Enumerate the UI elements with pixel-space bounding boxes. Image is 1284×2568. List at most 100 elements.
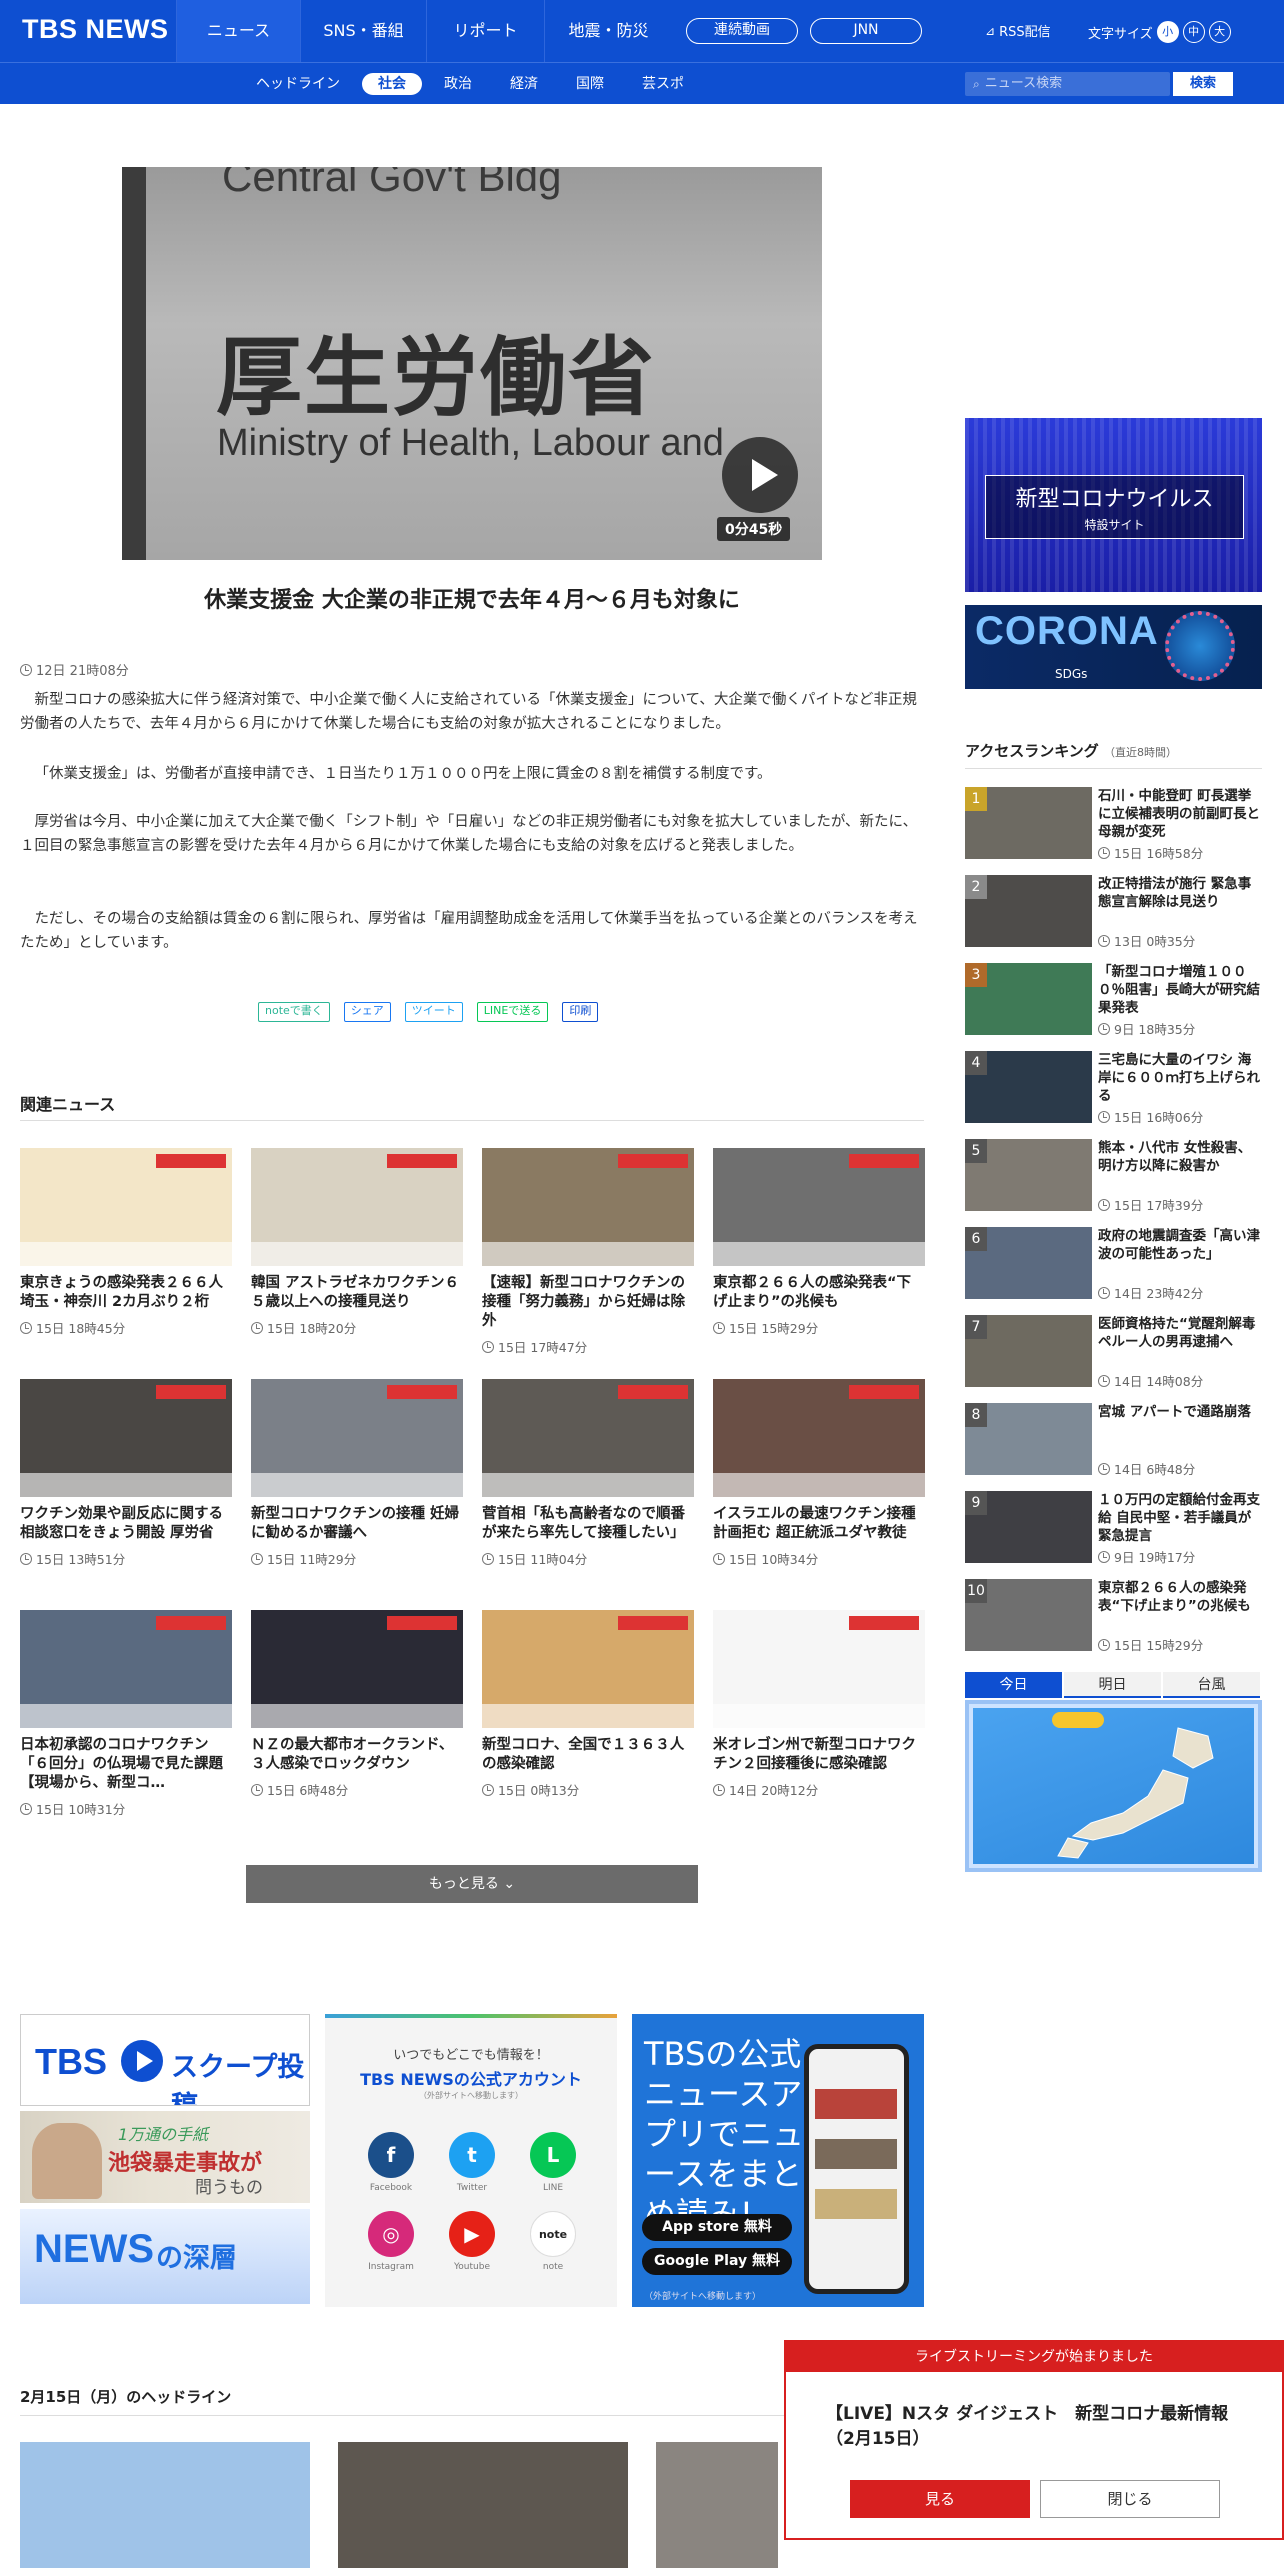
ranking-item[interactable]: 2 改正特措法が施行 緊急事態宣言解除は見送り 13日 0時35分: [965, 875, 1265, 955]
ranking-time: 15日 17時39分: [1098, 1195, 1203, 1214]
headline-thumbnail[interactable]: [20, 2442, 310, 2568]
sns-label: LINE: [542, 2183, 564, 2193]
font-size-medium-button[interactable]: 中: [1182, 21, 1205, 43]
nav-item[interactable]: 地震・防災: [544, 0, 672, 62]
weather-tab[interactable]: 台風: [1163, 1672, 1260, 1698]
font-size-small-button[interactable]: 小: [1156, 21, 1179, 43]
ranking-title-text: 東京都２６６人の感染発表“下げ止まり”の兆候も: [1098, 1580, 1251, 1614]
news-thumbnail: [251, 1379, 463, 1497]
related-news-card[interactable]: 菅首相「私も高齢者なので順番が来たら率先して接種したい」 15日 11時04分: [482, 1379, 694, 1568]
search-button[interactable]: 検索: [1173, 72, 1233, 96]
related-news-card[interactable]: 東京都２６６人の感染発表“下げ止まり”の兆候も 15日 15時29分: [713, 1148, 925, 1337]
card-time: 14日 20時12分: [713, 1780, 925, 1799]
category-tab[interactable]: 芸スポ: [626, 73, 700, 95]
jnn-link[interactable]: JNN: [810, 18, 922, 44]
ranking-item[interactable]: 7 医師資格持た“覚醒剤解毒 ペルー人の男再逮捕へ 14日 14時08分: [965, 1315, 1265, 1395]
sub-navigation: ヘッドライン 社会 政治 経済 国際 芸スポ ⌕ ニュース検索 検索: [0, 62, 1284, 104]
nav-item[interactable]: ニュース: [176, 0, 300, 62]
app-small-note: （外部サイトへ移動します）: [644, 2292, 762, 2302]
related-news-card[interactable]: 米オレゴン州で新型コロナワクチン２回接種後に感染確認 14日 20時12分: [713, 1610, 925, 1799]
popup-view-button[interactable]: 見る: [850, 2480, 1030, 2518]
related-news-card[interactable]: イスラエルの最速ワクチン接種計画拒む 超正統派ユダヤ教徒 15日 10時34分: [713, 1379, 925, 1568]
category-tab[interactable]: ヘッドライン: [240, 73, 356, 95]
ranking-item[interactable]: 8 宮城 アパートで通路崩落 14日 6時48分: [965, 1403, 1265, 1483]
ranking-title-text: 改正特措法が施行 緊急事態宣言解除は見送り: [1098, 876, 1252, 910]
clock-icon: [713, 1784, 725, 1796]
ranking-item[interactable]: 6 政府の地震調査委「高い津波の可能性あった」 14日 23時42分: [965, 1227, 1265, 1307]
popup-close-button[interactable]: 閉じる: [1040, 2480, 1220, 2518]
sns-line1: いつでもどこでも情報を！: [393, 2048, 549, 2063]
card-time: 15日 18時20分: [251, 1318, 463, 1337]
thumbnail-tag: [618, 1616, 688, 1630]
related-news-card[interactable]: 日本初承認のコロナワクチン「６回分」の仏現場で見た課題【現場から、新型コ… 15日…: [20, 1610, 232, 1818]
related-news-card[interactable]: 東京きょうの感染発表２６６人 埼玉・神奈川 2カ月ぶり２桁 15日 18時45分: [20, 1148, 232, 1337]
ranking-item[interactable]: 1 石川・中能登町 町長選挙に立候補表明の前副町長と母親が変死 15日 16時58分: [965, 787, 1265, 867]
ranking-number: 1: [965, 787, 987, 811]
news-thumbnail: [482, 1148, 694, 1266]
app-store-button[interactable]: App store 無料: [642, 2214, 792, 2241]
sns-glyph: ◎: [368, 2211, 414, 2257]
google-play-button[interactable]: Google Play 無料: [642, 2248, 792, 2275]
card-title: 米オレゴン州で新型コロナワクチン２回接種後に感染確認: [713, 1737, 916, 1772]
clock-icon: [251, 1553, 263, 1565]
ranking-number: 2: [965, 875, 987, 899]
news-shinso-banner[interactable]: NEWS の深層: [20, 2209, 310, 2304]
nav-item[interactable]: リポート: [426, 0, 544, 62]
news-thumbnail: [251, 1610, 463, 1728]
search-input[interactable]: ⌕ ニュース検索: [965, 72, 1170, 96]
note-icon[interactable]: note note: [523, 2211, 583, 2272]
instagram-icon[interactable]: ◎ Instagram: [361, 2211, 421, 2272]
ranking-item[interactable]: 9 １０万円の定額給付金再支給 自民中堅・若手議員が緊急提言 9日 19時17分: [965, 1491, 1265, 1571]
rss-link[interactable]: ⊿ RSS配信: [985, 21, 1051, 41]
related-news-card[interactable]: 【速報】新型コロナワクチンの接種「努力義務」から妊婦は除外 15日 17時47分: [482, 1148, 694, 1356]
nav-item[interactable]: SNS・番組: [300, 0, 426, 62]
share-button[interactable]: 印刷: [562, 1002, 599, 1022]
line-icon[interactable]: L LINE: [523, 2132, 583, 2193]
ranking-item[interactable]: 10 東京都２６６人の感染発表“下げ止まり”の兆候も 15日 15時29分: [965, 1579, 1265, 1659]
ikebukuro-banner[interactable]: 1万通の手紙 池袋暴走事故が 問うもの: [20, 2111, 310, 2203]
font-size-large-button[interactable]: 大: [1208, 21, 1231, 43]
related-news-card[interactable]: 新型コロナ、全国で１３６３人の感染確認 15日 0時13分: [482, 1610, 694, 1799]
related-news-card[interactable]: ワクチン効果や副反応に関する相談窓口をきょう開設 厚労省 15日 13時51分: [20, 1379, 232, 1568]
category-tab[interactable]: 国際: [560, 73, 620, 95]
ranking-item[interactable]: 5 熊本・八代市 女性殺害、明け方以降に殺害か 15日 17時39分: [965, 1139, 1265, 1219]
twitter-icon[interactable]: t Twitter: [442, 2132, 502, 2193]
card-time: 15日 11時04分: [482, 1549, 694, 1568]
continuous-video-link[interactable]: 連続動画: [686, 18, 798, 44]
youtube-icon[interactable]: ▶ Youtube: [442, 2211, 502, 2272]
chevron-down-icon: ⌄: [503, 1876, 516, 1892]
news-thumbnail: [20, 1148, 232, 1266]
ranking-item[interactable]: 4 三宅島に大量のイワシ 海岸に６００ｍ打ち上げられる 15日 16時06分: [965, 1051, 1265, 1131]
related-news-card[interactable]: ＮＺの最大都市オークランド、３人感染でロックダウン 15日 6時48分: [251, 1610, 463, 1799]
category-tab[interactable]: 政治: [428, 73, 488, 95]
share-buttons: noteで書く シェア ツイート LINEで送る 印刷: [258, 1002, 599, 1022]
headline-thumbnail[interactable]: [656, 2442, 778, 2568]
news-thumbnail: [251, 1148, 463, 1266]
app-banner[interactable]: TBSの公式ニュースアプリでニュースをまとめ読み! App store 無料 G…: [632, 2014, 924, 2307]
news-shinso-text-a: NEWS: [34, 2227, 154, 2271]
play-button-icon[interactable]: [722, 437, 798, 513]
share-button[interactable]: シェア: [343, 1002, 391, 1022]
more-button[interactable]: もっと見る ⌄: [246, 1865, 698, 1903]
share-button[interactable]: ツイート: [404, 1002, 463, 1022]
sns-glyph: note: [530, 2211, 576, 2257]
facebook-icon[interactable]: f Facebook: [361, 2132, 421, 2193]
category-tab[interactable]: 経済: [494, 73, 554, 95]
related-news-card[interactable]: 新型コロナワクチンの接種 妊婦に勧めるか審議へ 15日 11時29分: [251, 1379, 463, 1568]
ranking-time-text: 14日 23時42分: [1114, 1286, 1204, 1301]
weather-tab[interactable]: 明日: [1064, 1672, 1161, 1698]
share-button[interactable]: noteで書く: [258, 1002, 330, 1022]
weather-tab[interactable]: 今日: [965, 1672, 1062, 1698]
related-news-card[interactable]: 韓国 アストラゼネカワクチン６５歳以上への接種見送り 15日 18時20分: [251, 1148, 463, 1337]
ranking-item[interactable]: 3 「新型コロナ増殖１０００％阻害」長崎大が研究結果発表 9日 18時35分: [965, 963, 1265, 1043]
site-logo[interactable]: TBS NEWS: [22, 14, 169, 45]
article-video-player[interactable]: Central Gov't Bldg 厚生労働省 Ministry of Hea…: [122, 167, 822, 560]
corona-sdgs-banner[interactable]: CORONA SDGs: [965, 605, 1262, 689]
scoop-banner[interactable]: TBS スクープ投稿: [20, 2014, 310, 2106]
ranking-title-text: 医師資格持た“覚醒剤解毒 ペルー人の男再逮捕へ: [1098, 1316, 1256, 1350]
category-tab[interactable]: 社会: [362, 73, 422, 95]
share-button[interactable]: LINEで送る: [476, 1002, 549, 1022]
corona-special-banner[interactable]: 新型コロナウイルス 特設サイト: [965, 418, 1262, 592]
headline-thumbnail[interactable]: [338, 2442, 628, 2568]
weather-map[interactable]: [965, 1700, 1262, 1872]
